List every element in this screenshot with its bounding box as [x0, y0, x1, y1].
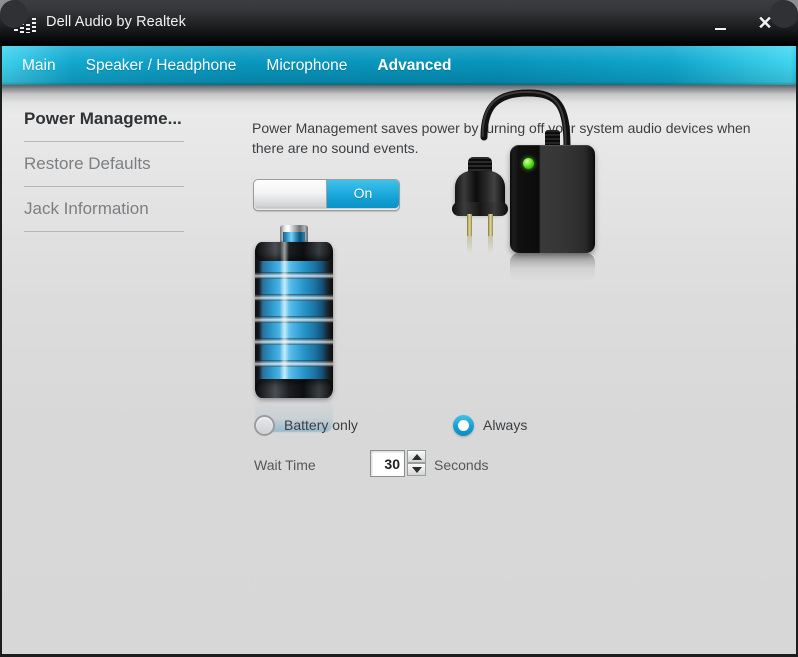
radio-circle-icon[interactable] [254, 415, 275, 436]
ac-adapter-icon [444, 85, 614, 285]
equalizer-icon [14, 15, 36, 33]
plug-prong [467, 214, 472, 236]
power-management-toggle[interactable]: On [253, 179, 400, 211]
adapter-led-icon [523, 158, 534, 169]
sidebar-item-jack-information[interactable]: Jack Information [24, 195, 184, 240]
battery-ring [255, 338, 333, 345]
wait-time-label: Wait Time [254, 457, 316, 473]
radio-label: Always [483, 417, 528, 433]
sidebar-divider [24, 141, 184, 142]
radio-circle-icon[interactable] [453, 415, 474, 436]
sidebar-divider [24, 231, 184, 232]
plug-prong [488, 214, 493, 236]
plug-prong-reflection [467, 236, 472, 254]
window-title: Dell Audio by Realtek [46, 14, 186, 30]
battery-icon [252, 225, 336, 432]
tab-list: Main Speaker / Headphone Microphone Adva… [22, 46, 482, 85]
sidebar-divider [24, 186, 184, 187]
close-button[interactable]: ✕ [748, 8, 782, 38]
sidebar: Power Manageme... Restore Defaults Jack … [24, 105, 184, 240]
adapter-brick [510, 145, 595, 253]
tab-speaker-headphone[interactable]: Speaker / Headphone [86, 57, 237, 75]
minimize-button[interactable] [704, 8, 738, 38]
plug-collar [452, 202, 508, 216]
battery-cap-top [255, 242, 333, 261]
tab-microphone[interactable]: Microphone [266, 57, 347, 75]
sidebar-item-label: Restore Defaults [24, 154, 151, 173]
wait-time-unit-label: Seconds [434, 457, 489, 473]
sidebar-item-restore-defaults[interactable]: Restore Defaults [24, 150, 184, 195]
battery-body [255, 242, 333, 398]
battery-ring [255, 294, 333, 301]
chevron-down-icon [412, 467, 422, 473]
main-panel: Power Management saves power by turning … [252, 85, 792, 657]
tab-main[interactable]: Main [22, 57, 56, 75]
battery-ring [255, 272, 333, 279]
application-window: Dell Audio by Realtek ✕ Main Speaker / H… [0, 0, 798, 657]
battery-gloss [280, 242, 289, 398]
minimize-icon [715, 28, 726, 30]
wait-time-stepper[interactable] [407, 450, 426, 477]
wait-time-input[interactable] [370, 450, 405, 477]
adapter-brick-reflection [510, 253, 595, 281]
content-area: Power Manageme... Restore Defaults Jack … [0, 85, 798, 657]
toggle-on-track: On [327, 180, 399, 208]
adapter-plug [452, 157, 508, 254]
radio-label: Battery only [284, 417, 358, 433]
toggle-state-label: On [353, 185, 373, 201]
tab-advanced[interactable]: Advanced [377, 57, 451, 75]
sidebar-item-power-management[interactable]: Power Manageme... [24, 105, 184, 150]
plug-prong-reflection [488, 236, 493, 254]
title-bar[interactable]: Dell Audio by Realtek ✕ [0, 0, 798, 46]
tab-bar: Main Speaker / Headphone Microphone Adva… [0, 46, 798, 85]
sidebar-item-label: Jack Information [24, 199, 149, 218]
battery-ring [255, 360, 333, 367]
battery-ring [255, 316, 333, 323]
window-border-left [0, 46, 2, 657]
wait-time-increment-button[interactable] [407, 450, 426, 463]
chevron-up-icon [412, 454, 422, 460]
toggle-knob[interactable] [254, 180, 327, 208]
battery-cap-bottom [255, 379, 333, 398]
sidebar-item-label: Power Manageme... [24, 109, 182, 128]
wait-time-decrement-button[interactable] [407, 463, 426, 476]
